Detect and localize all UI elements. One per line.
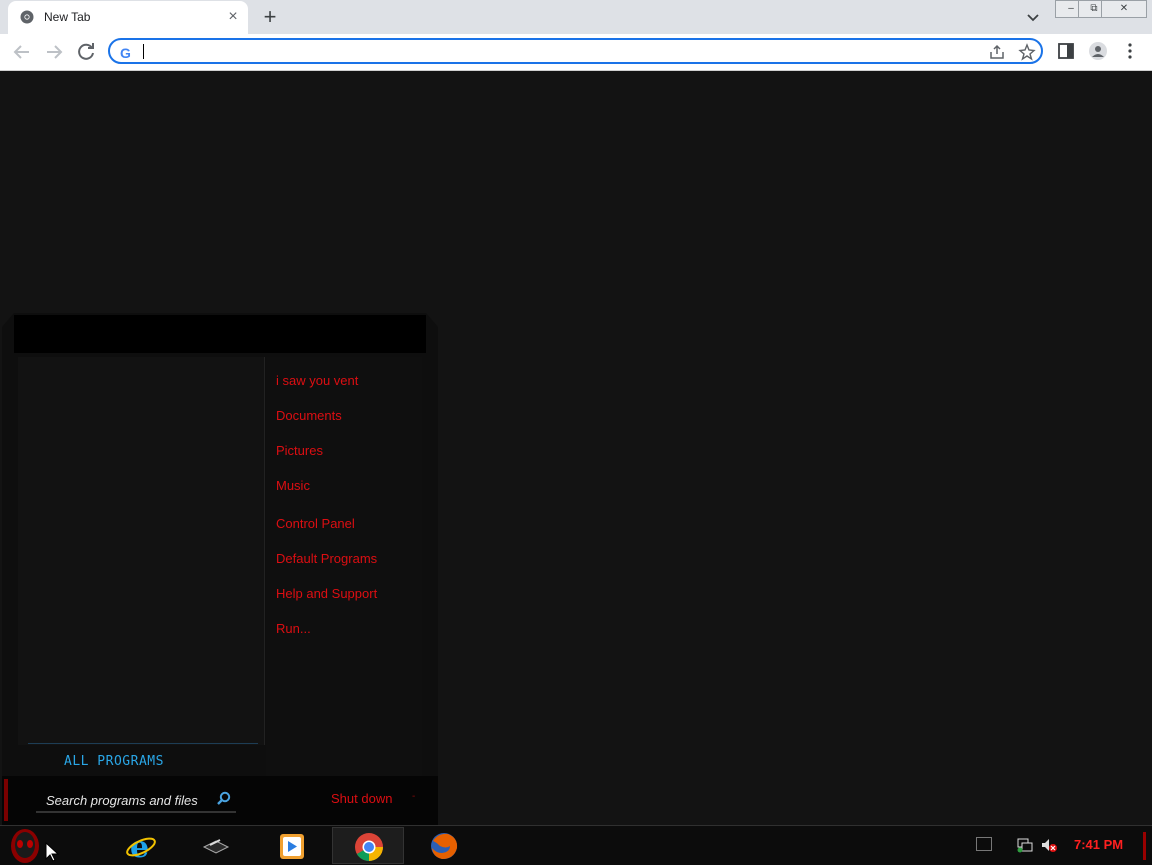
tab-new-tab[interactable]: New Tab × [8,1,248,34]
new-tab-button[interactable]: + [258,6,282,30]
start-item-run[interactable]: Run... [276,621,311,636]
chrome-icon [355,833,383,861]
star-icon[interactable] [1018,43,1036,61]
profile-icon[interactable] [1088,41,1108,61]
taskbar-firefox[interactable] [408,827,480,864]
start-menu: i saw you vent Documents Pictures Music … [2,313,438,825]
close-window-button[interactable]: ✕ [1101,0,1147,18]
media-player-icon [280,834,304,859]
start-item-music[interactable]: Music [276,478,310,493]
search-icon[interactable] [216,791,232,807]
share-icon[interactable] [988,43,1006,61]
google-icon: G [120,45,131,61]
search-input[interactable]: Search programs and files [36,787,236,813]
mouse-pointer-icon [45,841,60,862]
notification-area-icon[interactable] [976,837,992,851]
show-desktop-button[interactable] [1143,832,1146,860]
start-menu-header [14,315,426,353]
browser-toolbar: G [0,34,1152,71]
reload-icon[interactable] [74,40,98,64]
taskbar-media-player[interactable] [256,827,328,864]
start-orb-icon [11,829,39,863]
text-cursor [143,44,144,59]
all-programs-button[interactable]: ALL PROGRAMS [28,743,258,780]
forward-icon[interactable] [42,40,66,64]
search-placeholder: Search programs and files [46,793,198,808]
clock[interactable]: 7:41 PM [1074,837,1123,852]
start-item-control-panel[interactable]: Control Panel [276,516,355,531]
chrome-icon [20,10,34,24]
volume-muted-icon[interactable] [1040,837,1058,853]
all-programs-label: ALL PROGRAMS [64,754,164,769]
taskbar: e 7:41 PM [0,825,1152,865]
menu-icon[interactable] [1120,41,1140,61]
tab-title: New Tab [44,10,91,24]
footer-accent [4,779,8,821]
shutdown-button[interactable]: Shut down [331,791,392,806]
network-icon[interactable] [1016,837,1034,853]
tab-search-icon[interactable] [1024,8,1042,26]
taskbar-google-chrome[interactable] [332,827,404,864]
back-icon[interactable] [10,40,34,64]
tab-close-button[interactable]: × [224,8,242,26]
taskbar-internet-explorer[interactable]: e [105,827,177,864]
shutdown-options-arrow[interactable]: - [412,791,415,802]
programs-list-pane [18,357,265,745]
start-item-default-programs[interactable]: Default Programs [276,551,377,566]
taskbar-media-center[interactable] [180,827,252,864]
start-button[interactable] [0,827,62,864]
media-center-icon [202,839,230,854]
start-item-help-support[interactable]: Help and Support [276,586,377,601]
start-item-user-folder[interactable]: i saw you vent [276,373,358,388]
internet-explorer-icon: e [126,831,156,861]
side-panel-icon[interactable] [1056,41,1076,61]
firefox-icon [431,833,458,859]
start-item-pictures[interactable]: Pictures [276,443,323,458]
tab-strip: New Tab × + ‒ ⧉ ✕ [0,0,1152,34]
address-bar[interactable]: G [108,38,1043,64]
start-item-documents[interactable]: Documents [276,408,342,423]
